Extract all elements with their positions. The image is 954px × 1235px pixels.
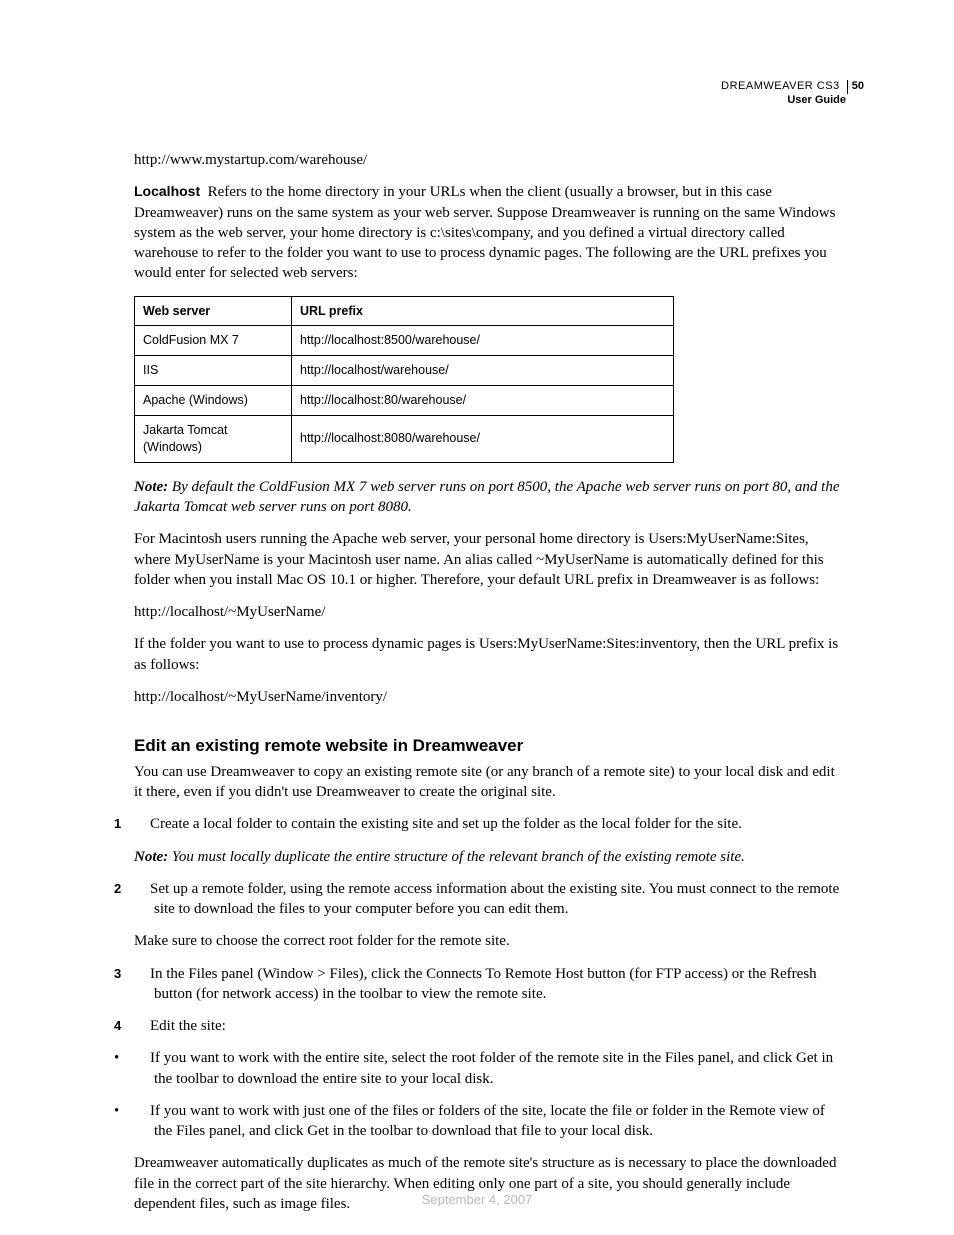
- product-name: DREAMWEAVER CS3: [721, 80, 840, 94]
- col-url-prefix: URL prefix: [292, 296, 674, 326]
- mac-url-2: http://localhost/~MyUserName/inventory/: [134, 687, 846, 707]
- section-intro: You can use Dreamweaver to copy an exist…: [134, 762, 846, 803]
- mac-paragraph-2: If the folder you want to use to process…: [134, 634, 846, 675]
- col-web-server: Web server: [135, 296, 292, 326]
- page-header: DREAMWEAVER CS3 50 User Guide: [721, 80, 864, 108]
- step-1-note: Note: You must locally duplicate the ent…: [134, 847, 846, 867]
- table-row: Jakarta Tomcat (Windows) http://localhos…: [135, 416, 674, 463]
- page-content: http://www.mystartup.com/warehouse/ Loca…: [134, 80, 846, 1214]
- server-table: Web server URL prefix ColdFusion MX 7 ht…: [134, 296, 674, 463]
- mac-url-1: http://localhost/~MyUserName/: [134, 602, 846, 622]
- step-2-extra: Make sure to choose the correct root fol…: [134, 931, 846, 951]
- localhost-label: Localhost: [134, 183, 200, 199]
- localhost-body: Refers to the home directory in your URL…: [134, 184, 835, 281]
- localhost-paragraph: Localhost Refers to the home directory i…: [134, 182, 846, 283]
- bullet-item: •If you want to work with the entire sit…: [134, 1048, 846, 1089]
- bullet-icon: •: [134, 1101, 150, 1121]
- bullet-item: •If you want to work with just one of th…: [134, 1101, 846, 1142]
- table-row: Apache (Windows) http://localhost:80/war…: [135, 386, 674, 416]
- note-body: By default the ColdFusion MX 7 web serve…: [134, 479, 839, 515]
- step-2: 2Set up a remote folder, using the remot…: [134, 879, 846, 920]
- url-example: http://www.mystartup.com/warehouse/: [134, 150, 846, 170]
- mac-paragraph: For Macintosh users running the Apache w…: [134, 529, 846, 590]
- table-row: ColdFusion MX 7 http://localhost:8500/wa…: [135, 326, 674, 356]
- ports-note: Note: By default the ColdFusion MX 7 web…: [134, 477, 846, 518]
- step-3: 3In the Files panel (Window > Files), cl…: [134, 964, 846, 1005]
- step-4: 4Edit the site:: [134, 1016, 846, 1036]
- document-page: DREAMWEAVER CS3 50 User Guide http://www…: [0, 0, 954, 1235]
- page-footer-date: September 4, 2007: [0, 1192, 954, 1207]
- table-header-row: Web server URL prefix: [135, 296, 674, 326]
- note-label: Note:: [134, 479, 168, 495]
- page-number: 50: [847, 80, 864, 94]
- bullet-icon: •: [134, 1048, 150, 1068]
- step-1: 1Create a local folder to contain the ex…: [134, 814, 846, 834]
- section-heading: Edit an existing remote website in Dream…: [134, 735, 846, 758]
- doc-subtitle: User Guide: [721, 94, 864, 108]
- table-row: IIS http://localhost/warehouse/: [135, 356, 674, 386]
